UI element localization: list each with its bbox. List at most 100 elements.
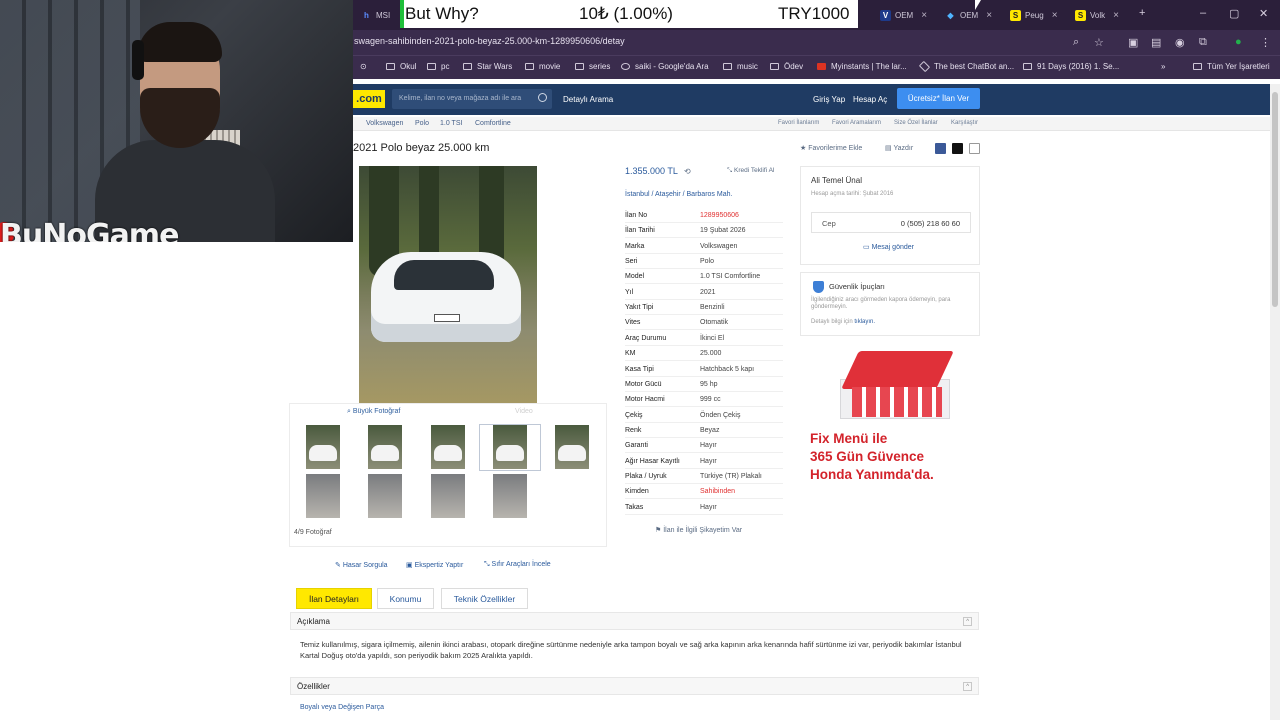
location-neighborhood[interactable]: Barbaros Mah. bbox=[687, 191, 733, 198]
breadcrumb-item[interactable]: Polo bbox=[415, 120, 429, 127]
bookmark-home-icon[interactable]: ⊙ bbox=[360, 62, 367, 71]
menu-icon[interactable]: ⋮ bbox=[1260, 36, 1271, 49]
url-text[interactable]: swagen-sahibinden-2021-polo-beyaz-25.000… bbox=[354, 36, 625, 46]
scrollbar-thumb[interactable] bbox=[1272, 92, 1278, 307]
post-ad-button[interactable]: Ücretsiz* İlan Ver bbox=[897, 88, 980, 109]
page-title: 2021 Polo beyaz 25.000 km bbox=[353, 142, 490, 154]
chevron-up-icon[interactable]: ^ bbox=[963, 617, 972, 626]
thumbnail[interactable] bbox=[431, 425, 465, 469]
more-bookmarks-icon[interactable]: » bbox=[1161, 62, 1165, 71]
new-cars-link[interactable]: ⤡ Sıfır Araçları İncele bbox=[484, 561, 551, 569]
bookmark-91days[interactable]: 91 Days (2016) 1. Se... bbox=[1023, 62, 1119, 71]
tab-msi[interactable]: h MSI bbox=[361, 5, 390, 25]
puzzle-icon[interactable]: ⧉ bbox=[1199, 36, 1207, 49]
x-icon[interactable] bbox=[952, 143, 963, 154]
bookmark-starwars[interactable]: Star Wars bbox=[463, 62, 512, 71]
safety-link[interactable]: tıklayın. bbox=[854, 319, 875, 325]
site-logo[interactable]: .com bbox=[353, 90, 385, 108]
chevron-up-icon[interactable]: ^ bbox=[963, 682, 972, 691]
bookmark-music[interactable]: music bbox=[723, 62, 758, 71]
search-icon[interactable] bbox=[538, 93, 547, 102]
site-search-input[interactable]: Kelime, ilan no veya mağaza adı ile ara bbox=[392, 89, 552, 109]
spec-row: Kimden Sahibinden bbox=[625, 484, 783, 500]
tab-listing-details[interactable]: İlan Detayları bbox=[296, 588, 372, 609]
honda-ad-banner[interactable]: Fix Menü ile 365 Gün Güvence Honda Yanım… bbox=[800, 343, 980, 488]
new-tab-icon[interactable]: + bbox=[1139, 7, 1145, 19]
bookmark-odev[interactable]: Ödev bbox=[770, 62, 803, 71]
damage-query-link[interactable]: ✎ Hasar Sorgula bbox=[335, 561, 388, 569]
profile-icon[interactable]: ● bbox=[1235, 36, 1242, 48]
send-message-link[interactable]: ▭ Mesaj gönder bbox=[863, 243, 914, 251]
search-placeholder: Kelime, ilan no veya mağaza adı ile ara bbox=[399, 95, 522, 102]
breadcrumb-item[interactable]: Volkswagen bbox=[366, 120, 403, 127]
favorite-searches-link[interactable]: Favori Aramalarım bbox=[832, 120, 881, 126]
bookmark-myinstants[interactable]: Myinstants | The lar... bbox=[817, 62, 907, 71]
thumbnail[interactable] bbox=[431, 474, 465, 518]
print-link[interactable]: ▤ Yazdır bbox=[885, 144, 913, 152]
tab-oem-1[interactable]: V OEM × bbox=[880, 5, 927, 25]
star-icon[interactable]: ☆ bbox=[1094, 36, 1104, 49]
zoom-icon[interactable]: ⌕ bbox=[1073, 36, 1079, 49]
ticker-accent bbox=[400, 0, 404, 28]
bookmark-chatbot[interactable]: The best ChatBot an... bbox=[918, 60, 1014, 73]
close-icon[interactable]: × bbox=[921, 10, 927, 21]
location-district[interactable]: Ataşehir bbox=[655, 191, 681, 198]
spec-row: Vites Otomatik bbox=[625, 315, 783, 331]
breadcrumb-item[interactable]: Comfortline bbox=[475, 120, 511, 127]
bookmark-saiki[interactable]: saiki - Google'da Ara bbox=[621, 62, 709, 71]
maximize-icon[interactable]: ▢ bbox=[1229, 7, 1239, 20]
credit-offer-link[interactable]: ⤡ Kredi Teklifi Al bbox=[727, 167, 774, 175]
special-listings-link[interactable]: Size Özel İlanlar bbox=[894, 120, 938, 126]
register-link[interactable]: Hesap Aç bbox=[853, 95, 887, 104]
thumbnail[interactable] bbox=[306, 425, 340, 469]
main-photo[interactable] bbox=[359, 166, 537, 403]
add-favorite-link[interactable]: ★ Favorilerime Ekle bbox=[800, 144, 862, 152]
spec-value: Türkiye (TR) Plakalı bbox=[700, 472, 762, 480]
close-icon[interactable]: × bbox=[1113, 10, 1119, 21]
description-header[interactable]: Açıklama ^ bbox=[290, 612, 979, 630]
spec-row: Yıl 2021 bbox=[625, 285, 783, 300]
complaint-link[interactable]: ⚑ İlan ile İlgili Şikayetim Var bbox=[655, 526, 742, 534]
thumbnail-selected[interactable] bbox=[493, 425, 527, 469]
thumbnail[interactable] bbox=[555, 425, 589, 469]
vpn-icon[interactable]: ◉ bbox=[1175, 36, 1185, 49]
location-city[interactable]: İstanbul bbox=[625, 191, 650, 198]
bookmark-okul[interactable]: Okul bbox=[386, 62, 416, 71]
thumbnail[interactable] bbox=[493, 474, 527, 518]
bookmark-movie[interactable]: movie bbox=[525, 62, 560, 71]
close-window-icon[interactable]: ✕ bbox=[1259, 7, 1268, 20]
tab-label: MSI bbox=[376, 10, 391, 20]
compare-link[interactable]: Karşılaştır bbox=[951, 120, 978, 126]
big-photo-link[interactable]: ⌕ Büyük Fotoğraf bbox=[347, 408, 400, 416]
spec-key: Model bbox=[625, 273, 645, 281]
bookmark-series[interactable]: series bbox=[575, 62, 610, 71]
tab-oem-2[interactable]: ◆ OEM × bbox=[945, 5, 992, 25]
thumbnail[interactable] bbox=[306, 474, 340, 518]
login-link[interactable]: Giriş Yap bbox=[813, 95, 845, 104]
address-bar[interactable]: swagen-sahibinden-2021-polo-beyaz-25.000… bbox=[353, 30, 1280, 55]
tab-volkswagen[interactable]: S Volk × bbox=[1075, 5, 1119, 25]
painted-parts-link[interactable]: Boyalı veya Değişen Parça bbox=[300, 704, 384, 711]
expertise-link[interactable]: ▣ Ekspertiz Yaptır bbox=[406, 561, 463, 569]
favorite-listings-link[interactable]: Favori İlanlarım bbox=[778, 120, 819, 126]
myinstants-icon bbox=[817, 63, 826, 70]
thumbnail[interactable] bbox=[368, 474, 402, 518]
mail-icon[interactable] bbox=[969, 143, 980, 154]
breadcrumb-item[interactable]: 1.0 TSI bbox=[440, 120, 462, 127]
thumbnail[interactable] bbox=[368, 425, 402, 469]
minimize-icon[interactable]: – bbox=[1200, 7, 1206, 19]
close-icon[interactable]: × bbox=[986, 10, 992, 21]
tab-peugeot[interactable]: S Peug × bbox=[1010, 5, 1058, 25]
extension-icon[interactable]: ▤ bbox=[1151, 36, 1161, 49]
car-thumb bbox=[309, 445, 337, 461]
detailed-search-link[interactable]: Detaylı Arama bbox=[563, 95, 613, 104]
tab-technical[interactable]: Teknik Özellikler bbox=[441, 588, 528, 609]
all-bookmarks[interactable]: Tüm Yer İşaretleri bbox=[1193, 62, 1270, 71]
bookmark-pc[interactable]: pc bbox=[427, 62, 449, 71]
price-history-icon[interactable]: ⟲ bbox=[684, 167, 691, 176]
facebook-icon[interactable] bbox=[935, 143, 946, 154]
close-icon[interactable]: × bbox=[1052, 10, 1058, 21]
translate-icon[interactable]: ▣ bbox=[1128, 36, 1138, 49]
features-header[interactable]: Özellikler ^ bbox=[290, 677, 979, 695]
tab-location[interactable]: Konumu bbox=[377, 588, 434, 609]
